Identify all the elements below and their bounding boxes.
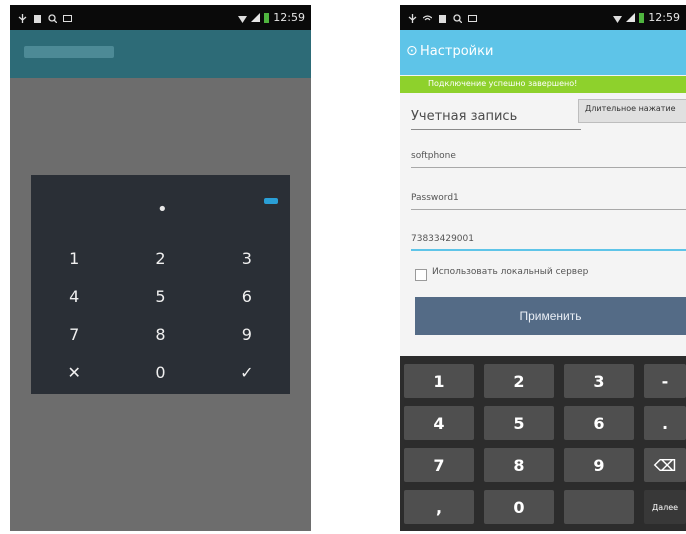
kb-key-1[interactable]: 1 xyxy=(404,364,474,398)
kb-key-next[interactable]: Далее xyxy=(644,490,686,524)
status-bar: 12:59 xyxy=(400,5,686,30)
key-4[interactable]: 4 xyxy=(31,277,117,315)
kb-key-6[interactable]: 6 xyxy=(564,406,634,440)
kb-key-3[interactable]: 3 xyxy=(564,364,634,398)
key-2[interactable]: 2 xyxy=(117,239,203,277)
kb-key-period[interactable]: . xyxy=(644,406,686,440)
kb-key-4[interactable]: 4 xyxy=(404,406,474,440)
kb-key-2[interactable]: 2 xyxy=(484,364,554,398)
notification-icons xyxy=(400,13,477,24)
action-bar-title-blurred xyxy=(24,46,114,58)
password-underline xyxy=(411,209,686,210)
battery-icon xyxy=(264,12,270,23)
search-icon xyxy=(48,13,58,24)
account-section-label: Учетная запись xyxy=(411,109,518,124)
key-5[interactable]: 5 xyxy=(117,277,203,315)
kb-key-comma[interactable]: , xyxy=(404,490,474,524)
username-underline xyxy=(411,167,686,168)
action-bar: ⊙ Настройки xyxy=(400,30,686,75)
status-bar: 12:59 xyxy=(10,5,311,30)
numeric-keypad: 1 2 3 4 5 6 7 8 9 ✕ 0 ✓ xyxy=(31,239,290,391)
key-7[interactable]: 7 xyxy=(31,315,117,353)
number-field[interactable]: 73833429001 xyxy=(411,234,686,244)
success-notice-bar: Подключение успешно завершено! xyxy=(400,76,686,93)
signal-icon xyxy=(251,13,261,22)
username-field[interactable]: softphone xyxy=(411,151,686,161)
local-server-checkbox[interactable] xyxy=(415,269,427,281)
key-9[interactable]: 9 xyxy=(204,315,290,353)
kb-key-dash[interactable]: - xyxy=(644,364,686,398)
action-bar xyxy=(10,30,311,78)
tooltip: Длительное нажатие xyxy=(578,99,686,123)
signal-icon xyxy=(626,13,636,22)
kb-key-8[interactable]: 8 xyxy=(484,448,554,482)
local-server-label: Использовать локальный сервер xyxy=(432,267,589,277)
success-notice-text: Подключение успешно завершено! xyxy=(428,79,578,88)
status-time: 12:59 xyxy=(273,11,305,24)
section-divider xyxy=(411,129,581,130)
kb-key-7[interactable]: 7 xyxy=(404,448,474,482)
screenshot-icon xyxy=(468,13,477,22)
battery-icon xyxy=(639,12,645,23)
usb-icon xyxy=(18,13,27,23)
pin-entry-dialog: • 1 2 3 4 5 6 7 8 9 ✕ 0 ✓ xyxy=(31,175,290,394)
app-back-icon[interactable]: ⊙ xyxy=(406,43,418,59)
kb-key-5[interactable]: 5 xyxy=(484,406,554,440)
search-icon xyxy=(453,13,463,24)
numeric-keyboard: 1 2 3 - 4 5 6 . 7 8 9 ⌫ , 0 Далее xyxy=(400,356,686,531)
right-phone-screen: 12:59 ⊙ Настройки Подключение успешно за… xyxy=(400,5,686,531)
usb-icon xyxy=(408,13,417,23)
key-0[interactable]: 0 xyxy=(117,353,203,391)
status-time: 12:59 xyxy=(648,11,680,24)
confirm-check-icon[interactable]: ✓ xyxy=(204,353,290,391)
wifi-notification-icon xyxy=(422,13,433,22)
clipboard-icon xyxy=(438,13,447,23)
clipboard-icon xyxy=(33,13,42,23)
key-8[interactable]: 8 xyxy=(117,315,203,353)
left-phone-screen: 12:59 • 1 2 3 4 5 6 7 8 9 ✕ 0 ✓ xyxy=(10,5,311,531)
clear-key-icon[interactable]: ✕ xyxy=(31,353,117,391)
wifi-icon xyxy=(613,13,623,23)
wifi-icon xyxy=(238,13,248,23)
screenshot-icon xyxy=(63,13,72,22)
kb-key-0[interactable]: 0 xyxy=(484,490,554,524)
notification-icons xyxy=(10,13,72,24)
entered-digit-indicator: • xyxy=(157,199,168,220)
kb-key-space[interactable] xyxy=(564,490,634,524)
ok-indicator[interactable] xyxy=(264,198,278,204)
key-6[interactable]: 6 xyxy=(204,277,290,315)
key-1[interactable]: 1 xyxy=(31,239,117,277)
kb-key-9[interactable]: 9 xyxy=(564,448,634,482)
key-3[interactable]: 3 xyxy=(204,239,290,277)
password-field[interactable]: Password1 xyxy=(411,193,686,203)
number-underline-focused xyxy=(411,249,686,251)
apply-button[interactable]: Применить xyxy=(415,297,686,335)
page-title: Настройки xyxy=(420,44,494,59)
backspace-icon[interactable]: ⌫ xyxy=(644,448,686,482)
